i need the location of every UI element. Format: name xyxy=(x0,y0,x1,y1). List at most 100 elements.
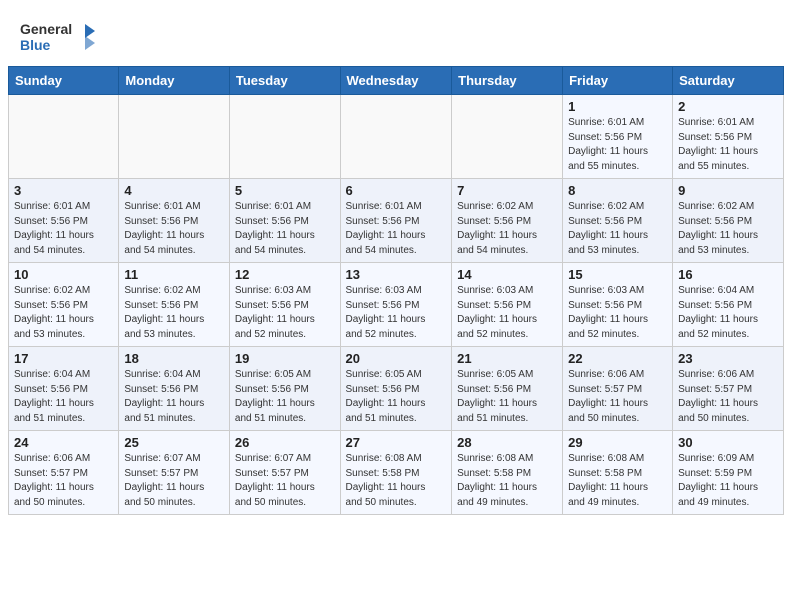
calendar-day-cell: 5 Sunrise: 6:01 AM Sunset: 5:56 PM Daylig… xyxy=(229,179,340,263)
calendar-day-cell: 12Sunrise: 6:03 AM Sunset: 5:56 PM Dayli… xyxy=(229,263,340,347)
day-number: 21 xyxy=(457,351,557,366)
day-number: 7 xyxy=(457,183,557,198)
calendar-day-cell: 20 Sunrise: 6:05 AM Sunset: 5:56 PM Dayli… xyxy=(340,347,452,431)
day-number: 28 xyxy=(457,435,557,450)
day-number: 2 xyxy=(678,99,778,114)
calendar-day-cell: 22 Sunrise: 6:06 AM Sunset: 5:57 PM Dayli… xyxy=(563,347,673,431)
day-number: 8 xyxy=(568,183,667,198)
calendar-day-cell: 29Sunrise: 6:08 AM Sunset: 5:58 PM Dayli… xyxy=(563,431,673,515)
calendar-day-cell: 10Sunrise: 6:02 AM Sunset: 5:56 PM Dayli… xyxy=(9,263,119,347)
calendar-week-row: 3 Sunrise: 6:01 AM Sunset: 5:56 PM Daylig… xyxy=(9,179,784,263)
calendar-day-cell: 26Sunrise: 6:07 AM Sunset: 5:57 PM Dayli… xyxy=(229,431,340,515)
calendar-day-cell: 2 Sunrise: 6:01 AM Sunset: 5:56 PM Daylig… xyxy=(673,95,784,179)
day-number: 15 xyxy=(568,267,667,282)
day-info: Sunrise: 6:06 AM Sunset: 5:57 PM Dayligh… xyxy=(568,368,667,426)
day-number: 30 xyxy=(678,435,778,450)
day-info: Sunrise: 6:09 AM Sunset: 5:59 PM Dayligh… xyxy=(678,452,778,510)
day-info: Sunrise: 6:05 AM Sunset: 5:56 PM Dayligh… xyxy=(235,368,335,426)
calendar-empty-cell xyxy=(9,95,119,179)
day-info: Sunrise: 6:01 AM Sunset: 5:56 PM Dayligh… xyxy=(678,116,778,174)
day-info: Sunrise: 6:04 AM Sunset: 5:56 PM Dayligh… xyxy=(14,368,113,426)
svg-text:General: General xyxy=(20,21,72,37)
calendar-table: SundayMondayTuesdayWednesdayThursdayFrid… xyxy=(8,66,784,515)
logo: General Blue xyxy=(20,18,100,58)
calendar-day-cell: 21 Sunrise: 6:05 AM Sunset: 5:56 PM Dayli… xyxy=(452,347,563,431)
day-number: 17 xyxy=(14,351,113,366)
day-number: 26 xyxy=(235,435,335,450)
day-info: Sunrise: 6:01 AM Sunset: 5:56 PM Dayligh… xyxy=(14,200,113,258)
calendar-day-cell: 14 Sunrise: 6:03 AM Sunset: 5:56 PM Dayli… xyxy=(452,263,563,347)
day-info: Sunrise: 6:01 AM Sunset: 5:56 PM Dayligh… xyxy=(346,200,447,258)
day-number: 18 xyxy=(124,351,224,366)
calendar-day-cell: 15 Sunrise: 6:03 AM Sunset: 5:56 PM Dayli… xyxy=(563,263,673,347)
weekday-header: Tuesday xyxy=(229,67,340,95)
calendar-week-row: 10 Sunrise: 6:02 AM Sunset: 5:56 PM Dayli… xyxy=(9,263,784,347)
calendar-empty-cell xyxy=(119,95,230,179)
calendar-day-cell: 30 Sunrise: 6:09 AM Sunset: 5:59 PM Dayli… xyxy=(673,431,784,515)
day-info: Sunrise: 6:03 AM Sunset: 5:56 PM Dayligh… xyxy=(568,284,667,342)
general-blue-logo: General Blue xyxy=(20,18,100,58)
day-number: 22 xyxy=(568,351,667,366)
calendar-empty-cell xyxy=(452,95,563,179)
day-number: 6 xyxy=(346,183,447,198)
day-number: 11 xyxy=(124,267,224,282)
calendar-empty-cell xyxy=(340,95,452,179)
day-number: 13 xyxy=(346,267,447,282)
day-number: 23 xyxy=(678,351,778,366)
day-number: 3 xyxy=(14,183,113,198)
weekday-header: Thursday xyxy=(452,67,563,95)
calendar-day-cell: 24Sunrise: 6:06 AM Sunset: 5:57 PM Dayli… xyxy=(9,431,119,515)
calendar-empty-cell xyxy=(229,95,340,179)
calendar-day-cell: 18 Sunrise: 6:04 AM Sunset: 5:56 PM Dayli… xyxy=(119,347,230,431)
day-info: Sunrise: 6:03 AM Sunset: 5:56 PM Dayligh… xyxy=(457,284,557,342)
calendar-day-cell: 28 Sunrise: 6:08 AM Sunset: 5:58 PM Dayli… xyxy=(452,431,563,515)
calendar-week-row: 1 Sunrise: 6:01 AM Sunset: 5:56 PM Daylig… xyxy=(9,95,784,179)
day-info: Sunrise: 6:03 AM Sunset: 5:56 PM Dayligh… xyxy=(346,284,447,342)
calendar-day-cell: 13 Sunrise: 6:03 AM Sunset: 5:56 PM Dayli… xyxy=(340,263,452,347)
calendar-day-cell: 6 Sunrise: 6:01 AM Sunset: 5:56 PM Daylig… xyxy=(340,179,452,263)
day-number: 14 xyxy=(457,267,557,282)
calendar-day-cell: 25Sunrise: 6:07 AM Sunset: 5:57 PM Dayli… xyxy=(119,431,230,515)
day-number: 5 xyxy=(235,183,335,198)
day-info: Sunrise: 6:05 AM Sunset: 5:56 PM Dayligh… xyxy=(346,368,447,426)
calendar-day-cell: 27Sunrise: 6:08 AM Sunset: 5:58 PM Dayli… xyxy=(340,431,452,515)
day-number: 12 xyxy=(235,267,335,282)
page-header: General Blue xyxy=(0,0,792,66)
day-info: Sunrise: 6:02 AM Sunset: 5:56 PM Dayligh… xyxy=(568,200,667,258)
day-info: Sunrise: 6:06 AM Sunset: 5:57 PM Dayligh… xyxy=(678,368,778,426)
calendar-week-row: 24Sunrise: 6:06 AM Sunset: 5:57 PM Dayli… xyxy=(9,431,784,515)
weekday-header: Wednesday xyxy=(340,67,452,95)
day-info: Sunrise: 6:06 AM Sunset: 5:57 PM Dayligh… xyxy=(14,452,113,510)
calendar-day-cell: 16 Sunrise: 6:04 AM Sunset: 5:56 PM Dayli… xyxy=(673,263,784,347)
day-number: 20 xyxy=(346,351,447,366)
day-number: 10 xyxy=(14,267,113,282)
day-info: Sunrise: 6:02 AM Sunset: 5:56 PM Dayligh… xyxy=(457,200,557,258)
calendar-day-cell: 4 Sunrise: 6:01 AM Sunset: 5:56 PM Daylig… xyxy=(119,179,230,263)
day-number: 25 xyxy=(124,435,224,450)
svg-text:Blue: Blue xyxy=(20,37,51,53)
day-info: Sunrise: 6:08 AM Sunset: 5:58 PM Dayligh… xyxy=(568,452,667,510)
calendar-day-cell: 7 Sunrise: 6:02 AM Sunset: 5:56 PM Daylig… xyxy=(452,179,563,263)
day-info: Sunrise: 6:01 AM Sunset: 5:56 PM Dayligh… xyxy=(235,200,335,258)
calendar-day-cell: 23 Sunrise: 6:06 AM Sunset: 5:57 PM Dayli… xyxy=(673,347,784,431)
calendar-day-cell: 1Sunrise: 6:01 AM Sunset: 5:56 PM Daylig… xyxy=(563,95,673,179)
calendar-day-cell: 17 Sunrise: 6:04 AM Sunset: 5:56 PM Dayli… xyxy=(9,347,119,431)
calendar-day-cell: 3 Sunrise: 6:01 AM Sunset: 5:56 PM Daylig… xyxy=(9,179,119,263)
day-info: Sunrise: 6:05 AM Sunset: 5:56 PM Dayligh… xyxy=(457,368,557,426)
day-number: 9 xyxy=(678,183,778,198)
calendar-day-cell: 19Sunrise: 6:05 AM Sunset: 5:56 PM Dayli… xyxy=(229,347,340,431)
day-number: 4 xyxy=(124,183,224,198)
calendar-day-cell: 9 Sunrise: 6:02 AM Sunset: 5:56 PM Daylig… xyxy=(673,179,784,263)
day-info: Sunrise: 6:04 AM Sunset: 5:56 PM Dayligh… xyxy=(678,284,778,342)
day-info: Sunrise: 6:04 AM Sunset: 5:56 PM Dayligh… xyxy=(124,368,224,426)
day-number: 16 xyxy=(678,267,778,282)
weekday-header: Friday xyxy=(563,67,673,95)
day-info: Sunrise: 6:02 AM Sunset: 5:56 PM Dayligh… xyxy=(678,200,778,258)
day-info: Sunrise: 6:02 AM Sunset: 5:56 PM Dayligh… xyxy=(124,284,224,342)
day-info: Sunrise: 6:08 AM Sunset: 5:58 PM Dayligh… xyxy=(457,452,557,510)
weekday-header-row: SundayMondayTuesdayWednesdayThursdayFrid… xyxy=(9,67,784,95)
weekday-header: Monday xyxy=(119,67,230,95)
day-info: Sunrise: 6:01 AM Sunset: 5:56 PM Dayligh… xyxy=(124,200,224,258)
day-info: Sunrise: 6:08 AM Sunset: 5:58 PM Dayligh… xyxy=(346,452,447,510)
day-number: 1 xyxy=(568,99,667,114)
